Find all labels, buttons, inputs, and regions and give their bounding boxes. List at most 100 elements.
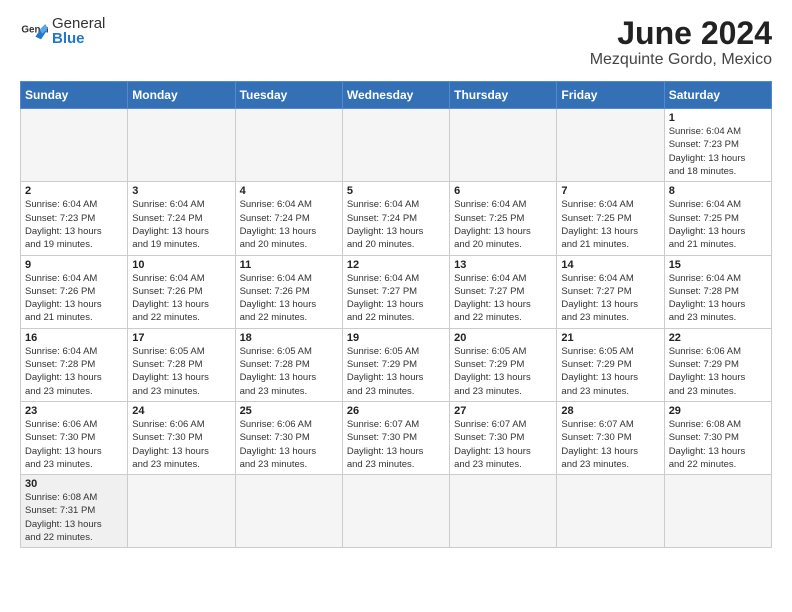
calendar-cell: 27Sunrise: 6:07 AM Sunset: 7:30 PM Dayli… (450, 401, 557, 474)
calendar-table: SundayMondayTuesdayWednesdayThursdayFrid… (20, 81, 772, 548)
day-info: Sunrise: 6:08 AM Sunset: 7:31 PM Dayligh… (25, 491, 123, 544)
day-number: 5 (347, 185, 445, 197)
calendar-subtitle: Mezquinte Gordo, Mexico (590, 51, 772, 69)
calendar-cell: 16Sunrise: 6:04 AM Sunset: 7:28 PM Dayli… (21, 328, 128, 401)
weekday-header-tuesday: Tuesday (235, 82, 342, 109)
day-info: Sunrise: 6:04 AM Sunset: 7:26 PM Dayligh… (25, 272, 123, 325)
calendar-cell (21, 109, 128, 182)
day-number: 2 (25, 185, 123, 197)
day-info: Sunrise: 6:05 AM Sunset: 7:29 PM Dayligh… (347, 345, 445, 398)
day-info: Sunrise: 6:04 AM Sunset: 7:27 PM Dayligh… (347, 272, 445, 325)
weekday-header-sunday: Sunday (21, 82, 128, 109)
logo-general-text: General (52, 16, 105, 31)
calendar-cell: 15Sunrise: 6:04 AM Sunset: 7:28 PM Dayli… (664, 255, 771, 328)
day-number: 11 (240, 259, 338, 271)
calendar-cell: 25Sunrise: 6:06 AM Sunset: 7:30 PM Dayli… (235, 401, 342, 474)
day-number: 14 (561, 259, 659, 271)
calendar-cell: 22Sunrise: 6:06 AM Sunset: 7:29 PM Dayli… (664, 328, 771, 401)
day-info: Sunrise: 6:04 AM Sunset: 7:26 PM Dayligh… (240, 272, 338, 325)
day-info: Sunrise: 6:04 AM Sunset: 7:23 PM Dayligh… (25, 198, 123, 251)
calendar-cell: 10Sunrise: 6:04 AM Sunset: 7:26 PM Dayli… (128, 255, 235, 328)
logo-icon: General (20, 17, 48, 45)
calendar-cell: 26Sunrise: 6:07 AM Sunset: 7:30 PM Dayli… (342, 401, 449, 474)
day-info: Sunrise: 6:04 AM Sunset: 7:25 PM Dayligh… (454, 198, 552, 251)
calendar-cell: 9Sunrise: 6:04 AM Sunset: 7:26 PM Daylig… (21, 255, 128, 328)
day-info: Sunrise: 6:04 AM Sunset: 7:25 PM Dayligh… (669, 198, 767, 251)
calendar-cell: 6Sunrise: 6:04 AM Sunset: 7:25 PM Daylig… (450, 182, 557, 255)
logo: General General Blue (20, 16, 105, 46)
day-number: 7 (561, 185, 659, 197)
day-info: Sunrise: 6:05 AM Sunset: 7:28 PM Dayligh… (132, 345, 230, 398)
day-info: Sunrise: 6:05 AM Sunset: 7:29 PM Dayligh… (454, 345, 552, 398)
day-number: 24 (132, 405, 230, 417)
day-number: 6 (454, 185, 552, 197)
day-info: Sunrise: 6:04 AM Sunset: 7:27 PM Dayligh… (561, 272, 659, 325)
day-number: 10 (132, 259, 230, 271)
weekday-header-friday: Friday (557, 82, 664, 109)
calendar-cell: 17Sunrise: 6:05 AM Sunset: 7:28 PM Dayli… (128, 328, 235, 401)
day-number: 8 (669, 185, 767, 197)
day-number: 26 (347, 405, 445, 417)
weekday-header-wednesday: Wednesday (342, 82, 449, 109)
calendar-cell: 29Sunrise: 6:08 AM Sunset: 7:30 PM Dayli… (664, 401, 771, 474)
day-info: Sunrise: 6:05 AM Sunset: 7:29 PM Dayligh… (561, 345, 659, 398)
calendar-cell: 13Sunrise: 6:04 AM Sunset: 7:27 PM Dayli… (450, 255, 557, 328)
calendar-cell: 1Sunrise: 6:04 AM Sunset: 7:23 PM Daylig… (664, 109, 771, 182)
day-number: 25 (240, 405, 338, 417)
calendar-cell: 12Sunrise: 6:04 AM Sunset: 7:27 PM Dayli… (342, 255, 449, 328)
day-number: 19 (347, 332, 445, 344)
day-info: Sunrise: 6:06 AM Sunset: 7:30 PM Dayligh… (240, 418, 338, 471)
day-info: Sunrise: 6:04 AM Sunset: 7:28 PM Dayligh… (25, 345, 123, 398)
calendar-cell: 19Sunrise: 6:05 AM Sunset: 7:29 PM Dayli… (342, 328, 449, 401)
day-info: Sunrise: 6:07 AM Sunset: 7:30 PM Dayligh… (347, 418, 445, 471)
day-info: Sunrise: 6:04 AM Sunset: 7:26 PM Dayligh… (132, 272, 230, 325)
day-number: 15 (669, 259, 767, 271)
day-info: Sunrise: 6:08 AM Sunset: 7:30 PM Dayligh… (669, 418, 767, 471)
weekday-header-thursday: Thursday (450, 82, 557, 109)
day-number: 17 (132, 332, 230, 344)
day-number: 3 (132, 185, 230, 197)
calendar-cell: 23Sunrise: 6:06 AM Sunset: 7:30 PM Dayli… (21, 401, 128, 474)
day-info: Sunrise: 6:04 AM Sunset: 7:24 PM Dayligh… (240, 198, 338, 251)
day-number: 28 (561, 405, 659, 417)
calendar-cell: 28Sunrise: 6:07 AM Sunset: 7:30 PM Dayli… (557, 401, 664, 474)
calendar-week-row: 30Sunrise: 6:08 AM Sunset: 7:31 PM Dayli… (21, 475, 772, 548)
calendar-cell (664, 475, 771, 548)
calendar-cell (128, 109, 235, 182)
day-number: 1 (669, 112, 767, 124)
day-number: 21 (561, 332, 659, 344)
day-info: Sunrise: 6:04 AM Sunset: 7:24 PM Dayligh… (347, 198, 445, 251)
title-block: June 2024 Mezquinte Gordo, Mexico (590, 16, 772, 69)
day-info: Sunrise: 6:04 AM Sunset: 7:28 PM Dayligh… (669, 272, 767, 325)
day-number: 12 (347, 259, 445, 271)
calendar-cell: 5Sunrise: 6:04 AM Sunset: 7:24 PM Daylig… (342, 182, 449, 255)
calendar-week-row: 1Sunrise: 6:04 AM Sunset: 7:23 PM Daylig… (21, 109, 772, 182)
calendar-cell: 30Sunrise: 6:08 AM Sunset: 7:31 PM Dayli… (21, 475, 128, 548)
calendar-cell: 8Sunrise: 6:04 AM Sunset: 7:25 PM Daylig… (664, 182, 771, 255)
calendar-cell: 21Sunrise: 6:05 AM Sunset: 7:29 PM Dayli… (557, 328, 664, 401)
day-info: Sunrise: 6:06 AM Sunset: 7:30 PM Dayligh… (132, 418, 230, 471)
calendar-week-row: 9Sunrise: 6:04 AM Sunset: 7:26 PM Daylig… (21, 255, 772, 328)
calendar-week-row: 23Sunrise: 6:06 AM Sunset: 7:30 PM Dayli… (21, 401, 772, 474)
day-number: 18 (240, 332, 338, 344)
calendar-cell: 24Sunrise: 6:06 AM Sunset: 7:30 PM Dayli… (128, 401, 235, 474)
day-number: 13 (454, 259, 552, 271)
day-info: Sunrise: 6:07 AM Sunset: 7:30 PM Dayligh… (561, 418, 659, 471)
calendar-cell (342, 109, 449, 182)
calendar-cell: 2Sunrise: 6:04 AM Sunset: 7:23 PM Daylig… (21, 182, 128, 255)
day-info: Sunrise: 6:06 AM Sunset: 7:29 PM Dayligh… (669, 345, 767, 398)
calendar-cell (342, 475, 449, 548)
calendar-cell (235, 475, 342, 548)
day-number: 4 (240, 185, 338, 197)
calendar-week-row: 16Sunrise: 6:04 AM Sunset: 7:28 PM Dayli… (21, 328, 772, 401)
calendar-cell: 7Sunrise: 6:04 AM Sunset: 7:25 PM Daylig… (557, 182, 664, 255)
logo-blue-text: Blue (52, 31, 105, 46)
day-info: Sunrise: 6:04 AM Sunset: 7:23 PM Dayligh… (669, 125, 767, 178)
day-info: Sunrise: 6:06 AM Sunset: 7:30 PM Dayligh… (25, 418, 123, 471)
calendar-week-row: 2Sunrise: 6:04 AM Sunset: 7:23 PM Daylig… (21, 182, 772, 255)
calendar-cell: 3Sunrise: 6:04 AM Sunset: 7:24 PM Daylig… (128, 182, 235, 255)
calendar-cell (450, 475, 557, 548)
day-info: Sunrise: 6:04 AM Sunset: 7:25 PM Dayligh… (561, 198, 659, 251)
calendar-cell: 18Sunrise: 6:05 AM Sunset: 7:28 PM Dayli… (235, 328, 342, 401)
calendar-cell (128, 475, 235, 548)
